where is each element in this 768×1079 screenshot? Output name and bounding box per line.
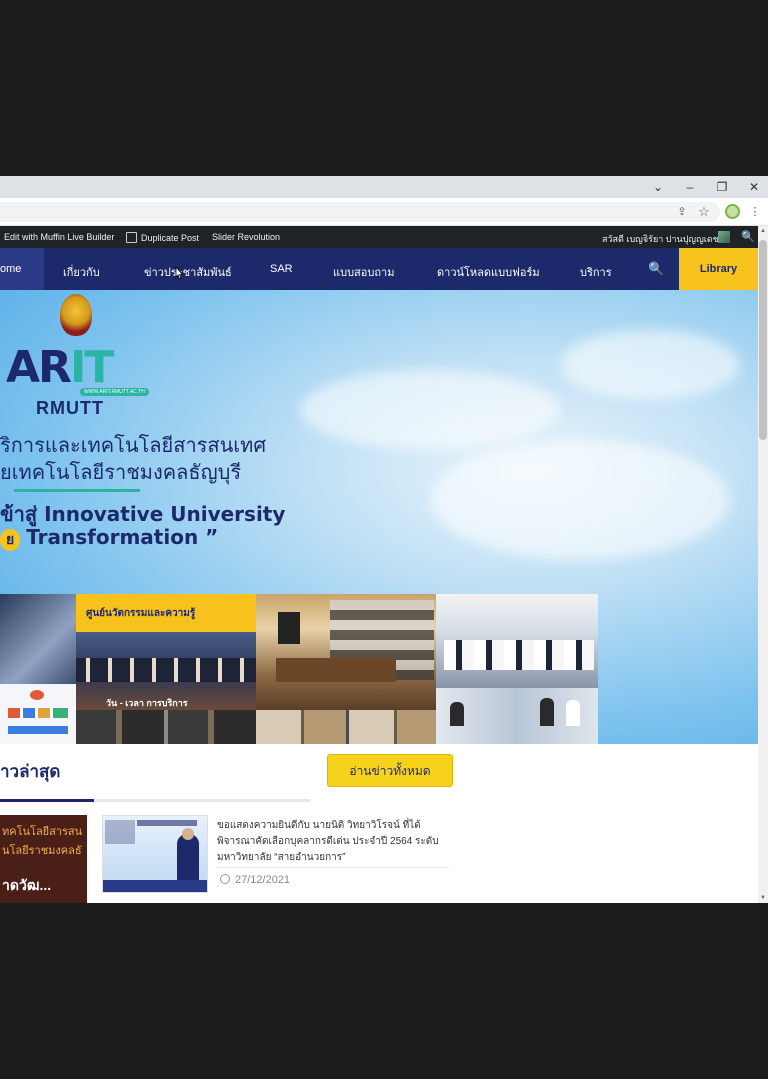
- restore-button[interactable]: ❐: [714, 179, 730, 195]
- news-item-divider: [217, 867, 449, 868]
- duplicate-post-link[interactable]: Duplicate Post: [126, 232, 199, 243]
- cloud-decoration: [430, 440, 730, 560]
- nav-item-services[interactable]: บริการ: [580, 263, 612, 281]
- tab-search-button[interactable]: ⌄: [650, 179, 666, 195]
- read-all-news-button[interactable]: อ่านข่าวทั้งหมด: [327, 754, 453, 787]
- nav-item-news[interactable]: ข่าวประชาสัมพันธ์: [144, 263, 232, 281]
- news-thumbnail-featured[interactable]: ทคโนโลยีสารสน นโลยีราชมงคลธั าดวัฒ...: [0, 815, 87, 903]
- hero-slogan-text: Transformation ”: [26, 525, 219, 549]
- photo-infographic: [0, 684, 76, 744]
- star-icon[interactable]: ☆: [696, 204, 712, 220]
- photo-group: วัน - เวลา การบริการ: [76, 632, 256, 710]
- library-button[interactable]: Library: [679, 248, 758, 290]
- photo-computer-lab: [436, 594, 598, 688]
- browser-titlebar: ⌄ – ❐ ✕: [0, 176, 768, 198]
- thumb-text-line1: ทคโนโลยีสารสน: [2, 826, 83, 838]
- arit-logo: ARIT: [6, 342, 114, 393]
- hero-heading-line2: ยเทคโนโลยีราชมงคลธัญบุรี: [0, 460, 242, 484]
- close-button[interactable]: ✕: [746, 179, 762, 195]
- mouse-cursor-icon: [175, 266, 184, 280]
- logo-it: IT: [69, 342, 114, 393]
- scrollbar-thumb[interactable]: [759, 240, 767, 440]
- photo-rooms-strip: [76, 710, 256, 744]
- browser-toolbar: ⇪ ☆ ⋮: [0, 198, 768, 226]
- avatar[interactable]: [718, 231, 730, 243]
- main-nav: ome เกี่ยวกับ ข่าวประชาสัมพันธ์ SAR แบบส…: [0, 248, 758, 290]
- logo-ar: AR: [6, 342, 72, 393]
- photo-workspace-strip: [256, 710, 436, 744]
- scroll-down-arrow[interactable]: ▼: [758, 893, 768, 903]
- news-item-date: 27/12/2021: [220, 874, 290, 886]
- nav-item-survey[interactable]: แบบสอบถาม: [333, 263, 394, 281]
- collage-label-innovation: ศูนย์นวัตกรรมและความรู้: [86, 608, 196, 619]
- news-date-value: 27/12/2021: [235, 874, 291, 886]
- cloud-decoration: [300, 370, 560, 450]
- collage-label-hours: วัน - เวลา การบริการ: [106, 698, 188, 708]
- extension-icon[interactable]: [725, 204, 740, 219]
- news-item-title[interactable]: ขอแสดงความยินดีกับ นายนิติ วิทยาวิโรจน์ …: [217, 818, 452, 866]
- photo-collage: ศูนย์นวัตกรรมและความรู้ วัน - เวลา การบร…: [0, 594, 598, 744]
- photo-staff-desk: [436, 688, 598, 744]
- nav-home-label: ome: [0, 263, 22, 275]
- user-greeting[interactable]: สวัสดี เบญจิรัยา ปานปุญญเดช: [602, 232, 719, 246]
- logo-url-badge: WWW.ARIT.RMUTT.AC.TH: [80, 388, 149, 396]
- search-icon[interactable]: 🔍: [741, 230, 755, 243]
- photo-banner-innovation: ศูนย์นวัตกรรมและความรู้: [76, 594, 256, 632]
- hero-divider: [14, 489, 140, 492]
- photo-hands-tech: [0, 594, 76, 684]
- news-thumbnail-award[interactable]: [102, 815, 208, 893]
- clock-icon: [220, 874, 230, 884]
- nav-search-icon[interactable]: 🔍: [648, 261, 664, 277]
- nav-item-about[interactable]: เกี่ยวกับ: [63, 263, 100, 281]
- nav-item-download[interactable]: ดาวน์โหลดแบบฟอร์ม: [437, 263, 540, 281]
- hero-pill: ย: [0, 529, 21, 551]
- news-section-title: าวล่าสุด: [0, 762, 61, 781]
- menu-icon[interactable]: ⋮: [747, 204, 763, 220]
- share-icon[interactable]: ⇪: [674, 204, 690, 220]
- hero-slogan-line2: ย Transformation ”: [0, 525, 218, 551]
- logo-rmutt: RMUTT: [36, 398, 104, 418]
- scroll-up-arrow[interactable]: ▲: [758, 226, 768, 236]
- minimize-button[interactable]: –: [682, 179, 698, 195]
- cloud-decoration: [560, 330, 740, 400]
- university-emblem: [60, 294, 92, 336]
- address-bar[interactable]: [0, 202, 720, 222]
- photo-meeting-room: [256, 594, 436, 710]
- nav-item-home[interactable]: ome: [0, 248, 44, 290]
- slider-revolution-link[interactable]: Slider Revolution: [212, 232, 280, 242]
- edit-muffin-link[interactable]: Edit with Muffin Live Builder: [4, 232, 114, 242]
- browser-window: ⌄ – ❐ ✕ ⇪ ☆ ⋮ Edit with Muffin Live Buil…: [0, 176, 768, 903]
- latest-news-section: าวล่าสุด อ่านข่าวทั้งหมด ทคโนโลยีสารสน น…: [0, 744, 758, 903]
- nav-item-sar[interactable]: SAR: [270, 263, 293, 275]
- wp-admin-bar: Edit with Muffin Live Builder Duplicate …: [0, 226, 758, 248]
- duplicate-post-label: Duplicate Post: [141, 233, 200, 243]
- thumb-text-line2: นโลยีราชมงคลธั: [2, 845, 82, 857]
- duplicate-icon: [126, 232, 137, 243]
- news-divider-accent: [0, 799, 94, 802]
- thumb-text-line3: าดวัฒ...: [2, 877, 52, 893]
- page-scrollbar[interactable]: ▲ ▼: [758, 226, 768, 903]
- hero-slider: ARIT WWW.ARIT.RMUTT.AC.TH RMUTT ริการและ…: [0, 290, 758, 744]
